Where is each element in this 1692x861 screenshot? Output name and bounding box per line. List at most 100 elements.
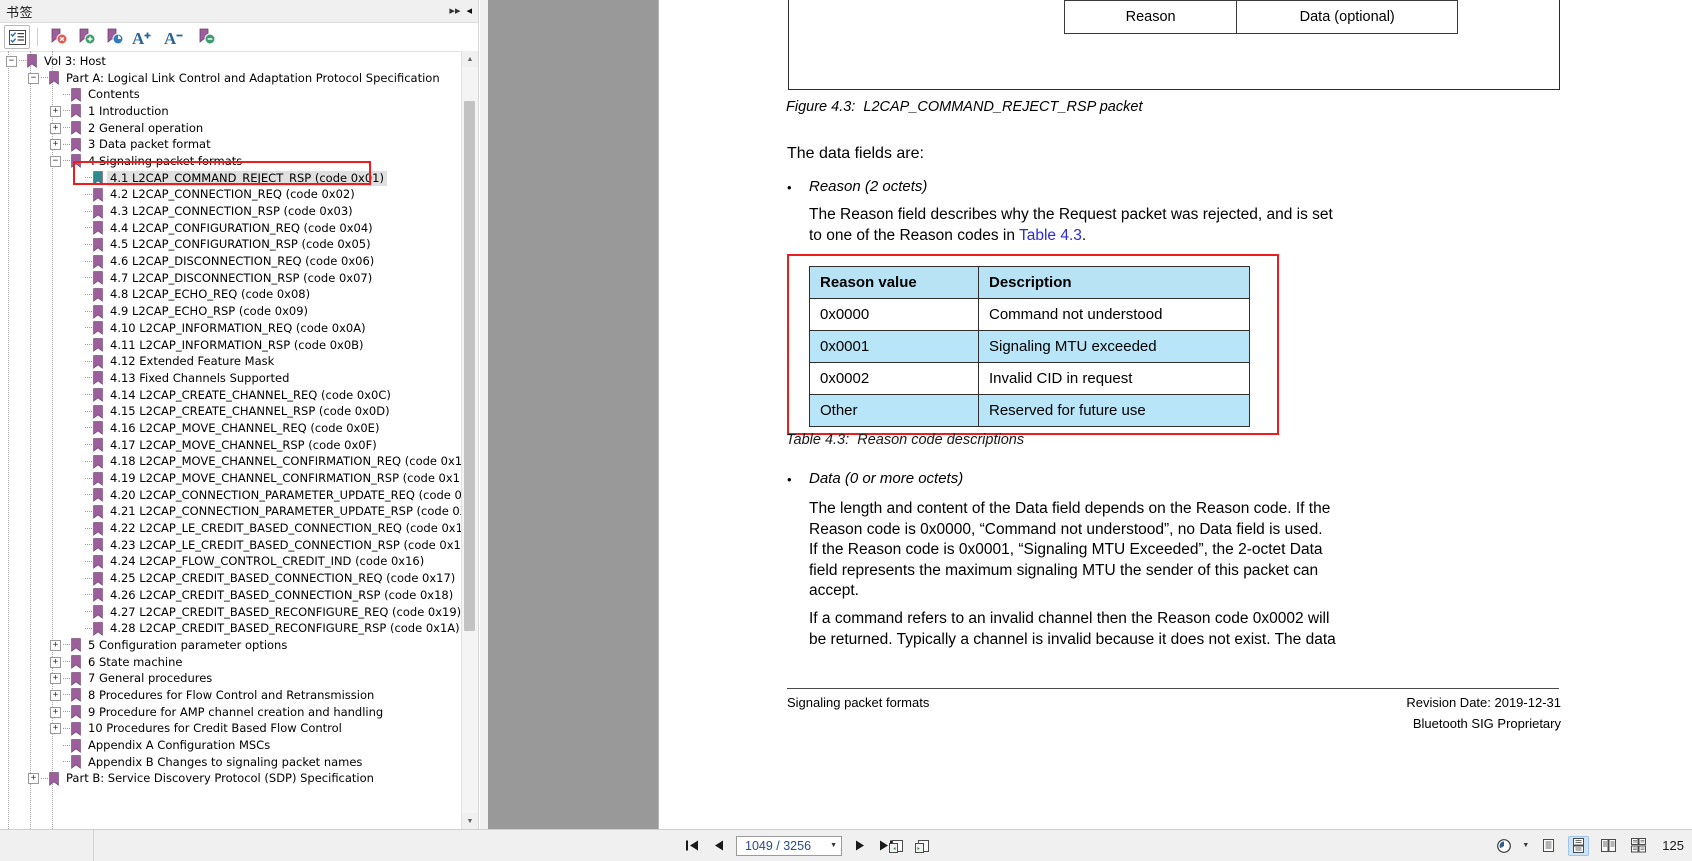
- bookmark-item[interactable]: Appendix A Configuration MSCs: [6, 737, 462, 754]
- bookmark-item[interactable]: +9 Procedure for AMP channel creation an…: [6, 704, 462, 721]
- bookmark-item[interactable]: Contents: [6, 86, 462, 103]
- delete-bookmark-button[interactable]: [45, 25, 71, 49]
- bookmark-item[interactable]: 4.21 L2CAP_CONNECTION_PARAMETER_UPDATE_R…: [6, 504, 462, 521]
- bookmark-item[interactable]: 4.4 L2CAP_CONFIGURATION_REQ (code 0x04): [6, 220, 462, 237]
- reading-mode-button[interactable]: [1495, 836, 1513, 856]
- two-page-scroll-view-button[interactable]: [1628, 836, 1649, 856]
- bookmark-item[interactable]: 4.8 L2CAP_ECHO_REQ (code 0x08): [6, 287, 462, 304]
- reason-table-header-row: Reason value Description: [809, 266, 1250, 299]
- chevron-down-icon[interactable]: ▼: [830, 842, 837, 849]
- bookmark-item[interactable]: 4.10 L2CAP_INFORMATION_REQ (code 0x0A): [6, 320, 462, 337]
- previous-page-button[interactable]: [710, 836, 727, 856]
- bookmark-icon: [71, 705, 81, 720]
- bookmark-item[interactable]: +6 State machine: [6, 654, 462, 671]
- bookmark-item[interactable]: 4.11 L2CAP_INFORMATION_RSP (code 0x0B): [6, 337, 462, 354]
- expand-node-icon[interactable]: +: [50, 639, 61, 651]
- bookmark-item[interactable]: +10 Procedures for Credit Based Flow Con…: [6, 721, 462, 738]
- single-page-view-button[interactable]: [1538, 836, 1559, 856]
- page-number-input[interactable]: 1049 / 3256 ▼: [736, 835, 842, 856]
- expand-node-icon[interactable]: +: [50, 706, 61, 718]
- bookmark-item[interactable]: 4.17 L2CAP_MOVE_CHANNEL_RSP (code 0x0F): [6, 437, 462, 454]
- bookmark-item[interactable]: 4.12 Extended Feature Mask: [6, 353, 462, 370]
- expand-node-icon[interactable]: +: [50, 723, 61, 735]
- bookmark-item[interactable]: 4.6 L2CAP_DISCONNECTION_REQ (code 0x06): [6, 253, 462, 270]
- bookmark-item[interactable]: 4.23 L2CAP_LE_CREDIT_BASED_CONNECTION_RS…: [6, 537, 462, 554]
- bookmark-item[interactable]: Appendix B Changes to signaling packet n…: [6, 754, 462, 771]
- bookmark-item[interactable]: +7 General procedures: [6, 670, 462, 687]
- collapse-panel-icon[interactable]: ◂: [466, 5, 472, 17]
- expand-node-icon[interactable]: +: [50, 139, 61, 151]
- two-page-view-button[interactable]: [1598, 836, 1619, 856]
- bookmark-scrollbar-thumb[interactable]: [464, 101, 475, 631]
- bookmark-item[interactable]: 4.18 L2CAP_MOVE_CHANNEL_CONFIRMATION_REQ…: [6, 454, 462, 471]
- bookmark-item[interactable]: +3 Data packet format: [6, 136, 462, 153]
- bookmark-item-label: 4.12 Extended Feature Mask: [110, 354, 275, 369]
- bookmark-item[interactable]: 4.15 L2CAP_CREATE_CHANNEL_RSP (code 0x0D…: [6, 403, 462, 420]
- bookmark-item[interactable]: − Part A: Logical Link Control and Adapta…: [6, 70, 462, 87]
- collapse-node-icon[interactable]: −: [50, 155, 61, 167]
- bookmark-item[interactable]: +1 Introduction: [6, 103, 462, 120]
- next-page-button[interactable]: [851, 836, 868, 856]
- bullet-data: • Data (0 or more octets): [787, 470, 1347, 487]
- document-page[interactable]: Code=0x01 Identifier Length Reason Data …: [658, 0, 1692, 829]
- bookmark-item[interactable]: 4.25 L2CAP_CREDIT_BASED_CONNECTION_REQ (…: [6, 570, 462, 587]
- bookmark-item-label: 7 General procedures: [88, 671, 213, 686]
- collapse-node-icon[interactable]: −: [6, 55, 17, 67]
- double-chevron-right-icon[interactable]: ▸▸: [449, 5, 460, 17]
- collapse-bookmark-button[interactable]: [193, 25, 219, 49]
- bookmark-item[interactable]: +5 Configuration parameter options: [6, 637, 462, 654]
- continuous-scroll-view-button[interactable]: [1568, 835, 1590, 856]
- bookmark-item[interactable]: 4.27 L2CAP_CREDIT_BASED_RECONFIGURE_REQ …: [6, 604, 462, 621]
- bookmark-item[interactable]: + Part B: Service Discovery Protocol (SDP…: [6, 771, 462, 788]
- expand-current-bookmark-button[interactable]: [4, 25, 30, 49]
- reason-value-cell: 0x0002: [809, 362, 979, 395]
- add-bookmark-button[interactable]: [73, 25, 99, 49]
- scroll-up-arrow-icon[interactable]: ▲: [462, 51, 478, 67]
- table-4-3-link[interactable]: Table 4.3: [1019, 227, 1082, 244]
- increase-text-size-button[interactable]: A: [129, 25, 159, 49]
- bookmark-item[interactable]: 4.26 L2CAP_CREDIT_BASED_CONNECTION_RSP (…: [6, 587, 462, 604]
- bookmark-item[interactable]: 4.9 L2CAP_ECHO_RSP (code 0x09): [6, 303, 462, 320]
- collapse-node-icon[interactable]: −: [28, 72, 39, 84]
- data-paragraph-line: The length and content of the Data field…: [809, 500, 1331, 517]
- edit-bookmark-button[interactable]: [101, 25, 127, 49]
- bookmark-item[interactable]: 4.7 L2CAP_DISCONNECTION_RSP (code 0x07): [6, 270, 462, 287]
- bookmark-item[interactable]: 4.28 L2CAP_CREDIT_BASED_RECONFIGURE_RSP …: [6, 620, 462, 637]
- tree-connector: [85, 611, 92, 613]
- scroll-down-arrow-icon[interactable]: ▼: [462, 813, 478, 829]
- bookmark-icon: [93, 221, 103, 236]
- reason-description-cell: Command not understood: [978, 298, 1250, 331]
- expand-node-icon[interactable]: +: [50, 689, 61, 701]
- bookmark-delete-icon: [51, 28, 67, 44]
- expand-node-icon[interactable]: +: [50, 656, 61, 668]
- bookmark-item-label: 4.11 L2CAP_INFORMATION_RSP (code 0x0B): [110, 337, 364, 352]
- bookmark-item[interactable]: 4.3 L2CAP_CONNECTION_RSP (code 0x03): [6, 203, 462, 220]
- bookmark-item[interactable]: 4.20 L2CAP_CONNECTION_PARAMETER_UPDATE_R…: [6, 487, 462, 504]
- bookmark-item[interactable]: 4.16 L2CAP_MOVE_CHANNEL_REQ (code 0x0E): [6, 420, 462, 437]
- first-page-button[interactable]: [684, 836, 701, 856]
- zoom-level-value[interactable]: 125: [1662, 838, 1684, 853]
- expand-node-icon[interactable]: +: [28, 773, 39, 785]
- bookmark-item[interactable]: +8 Procedures for Flow Control and Retra…: [6, 687, 462, 704]
- expand-node-icon[interactable]: +: [50, 122, 61, 134]
- expand-node-icon[interactable]: +: [50, 673, 61, 685]
- bookmark-item[interactable]: 4.14 L2CAP_CREATE_CHANNEL_REQ (code 0x0C…: [6, 387, 462, 404]
- panel-splitter[interactable]: [480, 0, 488, 829]
- bookmark-scrollbar[interactable]: ▲ ▼: [461, 51, 478, 829]
- bookmark-item[interactable]: 4.13 Fixed Channels Supported: [6, 370, 462, 387]
- bookmark-item[interactable]: +2 General operation: [6, 120, 462, 137]
- bookmark-item[interactable]: 4.19 L2CAP_MOVE_CHANNEL_CONFIRMATION_RSP…: [6, 470, 462, 487]
- bookmark-item-label: 4.3 L2CAP_CONNECTION_RSP (code 0x03): [110, 204, 353, 219]
- previous-view-button[interactable]: [888, 836, 905, 856]
- bookmark-item[interactable]: 4.5 L2CAP_CONFIGURATION_RSP (code 0x05): [6, 237, 462, 254]
- reading-mode-chevron-down-icon[interactable]: ▼: [1522, 842, 1529, 849]
- bookmark-item[interactable]: 4.22 L2CAP_LE_CREDIT_BASED_CONNECTION_RE…: [6, 520, 462, 537]
- decrease-text-size-button[interactable]: A: [161, 25, 191, 49]
- reason-code-table: Reason value Description 0x0000 Command …: [809, 266, 1250, 427]
- bookmark-item[interactable]: 4.24 L2CAP_FLOW_CONTROL_CREDIT_IND (code…: [6, 554, 462, 571]
- bookmark-item[interactable]: − Vol 3: Host: [6, 53, 462, 70]
- bookmark-item[interactable]: 4.2 L2CAP_CONNECTION_REQ (code 0x02): [6, 187, 462, 204]
- tree-connector: [85, 444, 92, 446]
- expand-node-icon[interactable]: +: [50, 105, 61, 117]
- next-view-button[interactable]: [914, 836, 931, 856]
